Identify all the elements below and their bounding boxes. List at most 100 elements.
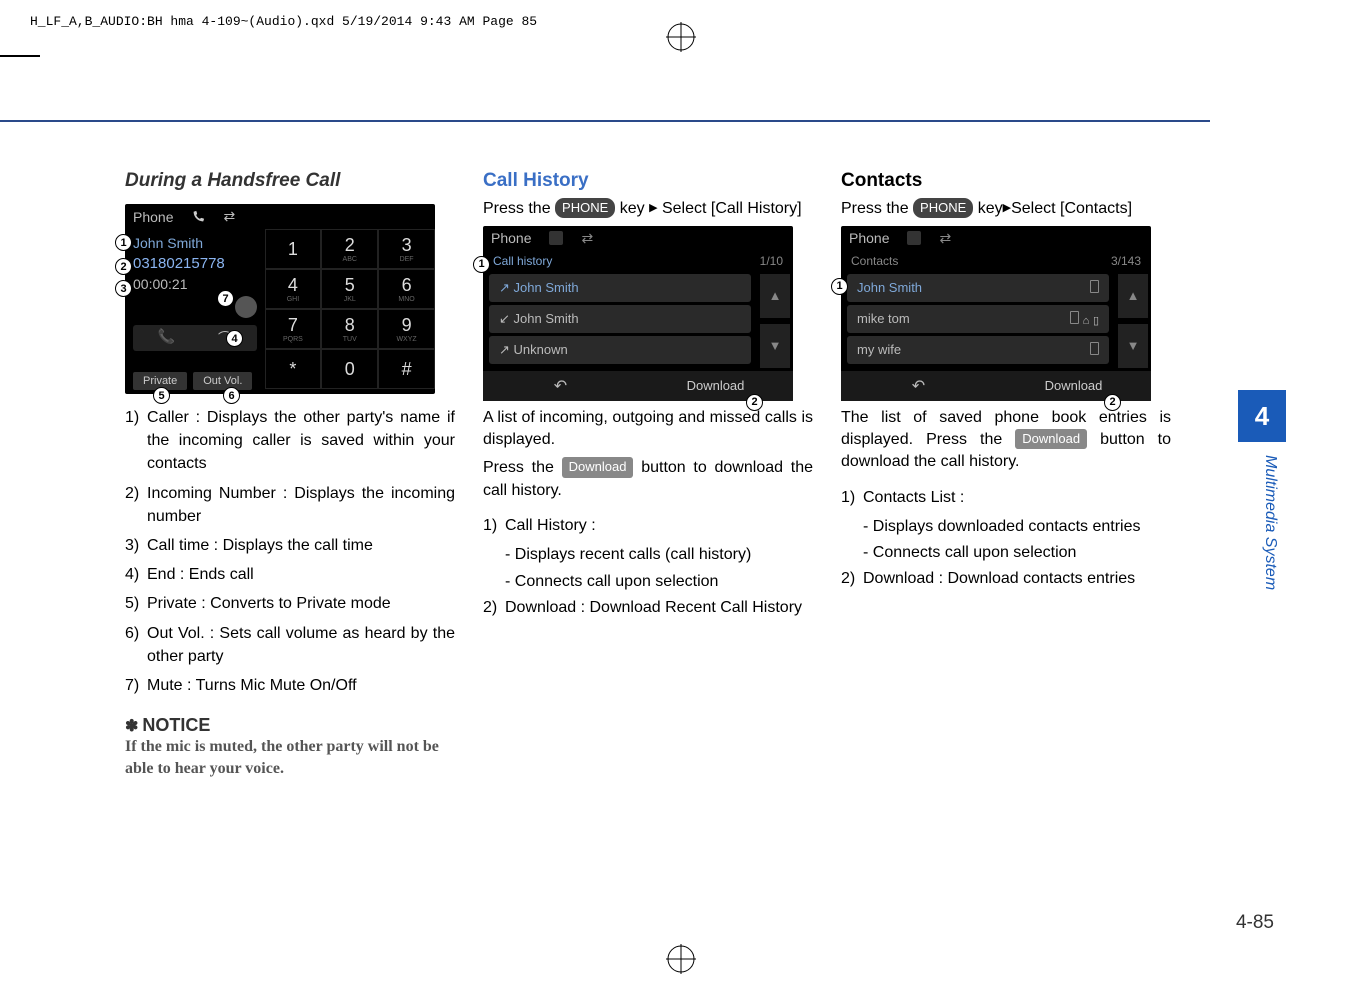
list-item[interactable]: mike tom ⌂ ▯ — [847, 305, 1109, 333]
keypad-key[interactable]: 1 — [265, 229, 322, 269]
list-item: 3)Call time : Displays the call time — [125, 534, 455, 557]
keypad-key[interactable]: 9WXYZ — [378, 309, 435, 349]
scroll-up-button[interactable]: ▲ — [760, 274, 790, 318]
heading-call-history: Call History — [483, 170, 813, 192]
outgoing-icon: ↗ — [499, 280, 510, 295]
screen-title-ch: Phone — [491, 230, 531, 246]
subtitle-call-history: Call history — [493, 254, 552, 268]
download-pill: Download — [1015, 429, 1087, 449]
heading-contacts: Contacts — [841, 170, 1171, 192]
download-button[interactable]: Download — [996, 371, 1151, 401]
subtitle-contacts: Contacts — [851, 254, 898, 268]
bluetooth-icon — [549, 231, 563, 245]
callout-ch-1: 1 — [473, 256, 490, 273]
keypad: 12ABC3DEF 4GHI5JKL6MNO 7PQRS8TUV9WXYZ *0# — [265, 229, 436, 389]
callout-ch-2: 2 — [746, 394, 763, 411]
section-label: Multimedia System — [1261, 455, 1279, 590]
callout-1: 1 — [115, 234, 132, 251]
download-button[interactable]: Download — [638, 371, 793, 401]
callout-2: 2 — [115, 258, 132, 275]
list-item: 7)Mute : Turns Mic Mute On/Off — [125, 674, 455, 697]
list-item: 6)Out Vol. : Sets call volume as heard b… — [125, 622, 455, 668]
list-item: 1)Caller : Displays the other party's na… — [125, 406, 455, 476]
phone-key-pill: PHONE — [555, 198, 615, 218]
connection-icon: ⇄ — [939, 230, 951, 247]
home-icon: ⌂ — [1083, 315, 1090, 327]
column-1: During a Handsfree Call 1 2 3 4 5 6 7 Ph… — [125, 170, 455, 779]
callout-c-1: 1 — [831, 278, 848, 295]
connection-icon: ⇄ — [223, 208, 235, 225]
scroll-down-button[interactable]: ▼ — [1118, 324, 1148, 368]
corner-rule — [0, 55, 40, 57]
para-ch-1: A list of incoming, outgoing and missed … — [483, 407, 813, 452]
screenshot-contacts: 1 2 Phone ⇄ Contacts 3/143 John Smith mi… — [841, 226, 1151, 401]
list-item: 5)Private : Converts to Private mode — [125, 592, 455, 615]
keypad-key[interactable]: 5JKL — [321, 269, 378, 309]
phone-icon — [191, 210, 205, 224]
callout-3: 3 — [115, 280, 132, 297]
list-item[interactable]: ↙ John Smith — [489, 305, 751, 333]
list-item[interactable]: my wife — [847, 336, 1109, 364]
outgoing-icon: ↗ — [499, 342, 510, 357]
column-2: Call History Press the PHONE key ▶ Selec… — [483, 170, 813, 779]
column-3: Contacts Press the PHONE key▶Select [Con… — [841, 170, 1171, 779]
callout-7: 7 — [217, 290, 234, 307]
keypad-key[interactable]: 8TUV — [321, 309, 378, 349]
keypad-key[interactable]: 7PQRS — [265, 309, 322, 349]
count-contacts: 3/143 — [1111, 254, 1141, 268]
scroll-down-button[interactable]: ▼ — [760, 324, 790, 368]
list-call-history: 1)Call History : - Displays recent calls… — [483, 514, 813, 619]
keypad-key[interactable]: 2ABC — [321, 229, 378, 269]
mobile-icon — [1090, 280, 1099, 293]
crop-mark-top — [666, 22, 696, 52]
keypad-key[interactable]: 0 — [321, 349, 378, 389]
list-item[interactable]: John Smith — [847, 274, 1109, 302]
list-contacts: 1)Contacts List : - Displays downloaded … — [841, 486, 1171, 591]
page-number: 4-85 — [1236, 912, 1274, 934]
bluetooth-icon — [907, 231, 921, 245]
keypad-key[interactable]: 6MNO — [378, 269, 435, 309]
para-ch-2: Press the Download button to download th… — [483, 457, 813, 502]
keypad-key[interactable]: * — [265, 349, 322, 389]
callout-4: 4 — [226, 330, 243, 347]
count-call-history: 1/10 — [760, 254, 783, 268]
para-c-1: The list of saved phone book entries is … — [841, 407, 1171, 474]
content: During a Handsfree Call 1 2 3 4 5 6 7 Ph… — [125, 170, 1175, 779]
list-item[interactable]: ↗ John Smith — [489, 274, 751, 302]
screen-title-c: Phone — [849, 230, 889, 246]
call-icon: 📞 — [158, 328, 175, 348]
scroll-up-button[interactable]: ▲ — [1118, 274, 1148, 318]
list-item: 4)End : Ends call — [125, 563, 455, 586]
download-pill: Download — [562, 457, 634, 477]
outvol-button[interactable]: Out Vol. — [193, 372, 252, 390]
notice-text: If the mic is muted, the other party wil… — [125, 736, 455, 779]
mobile-icon — [1070, 311, 1079, 324]
keypad-key[interactable]: 3DEF — [378, 229, 435, 269]
mute-icon[interactable] — [235, 296, 257, 318]
heading-handsfree: During a Handsfree Call — [125, 170, 455, 192]
keypad-key[interactable]: # — [378, 349, 435, 389]
triangle-icon: ▶ — [649, 201, 657, 216]
phone-key-pill: PHONE — [913, 198, 973, 218]
list-handsfree: 1)Caller : Displays the other party's na… — [125, 406, 455, 697]
callout-6: 6 — [223, 387, 240, 404]
incoming-number: 03180215778 — [133, 255, 257, 272]
chapter-tab: 4 — [1238, 390, 1286, 442]
top-rule — [0, 120, 1210, 122]
keypad-key[interactable]: 4GHI — [265, 269, 322, 309]
work-icon: ▯ — [1093, 315, 1099, 327]
crop-mark-bottom — [666, 944, 696, 974]
triangle-icon: ▶ — [1003, 201, 1011, 216]
back-button[interactable]: ↶ — [483, 371, 638, 401]
list-item[interactable]: ↗ Unknown — [489, 336, 751, 364]
back-button[interactable]: ↶ — [841, 371, 996, 401]
intro-call-history: Press the PHONE key ▶ Select [Call Histo… — [483, 198, 813, 220]
screenshot-call-history: 1 2 Phone ⇄ Call history 1/10 ↗ John Smi… — [483, 226, 793, 401]
incoming-icon: ↙ — [499, 311, 510, 326]
call-time: 00:00:21 — [133, 276, 257, 292]
connection-icon: ⇄ — [581, 230, 593, 247]
intro-contacts: Press the PHONE key▶Select [Contacts] — [841, 198, 1171, 220]
callout-c-2: 2 — [1104, 394, 1121, 411]
caller-name: John Smith — [133, 235, 257, 251]
callout-5: 5 — [153, 387, 170, 404]
